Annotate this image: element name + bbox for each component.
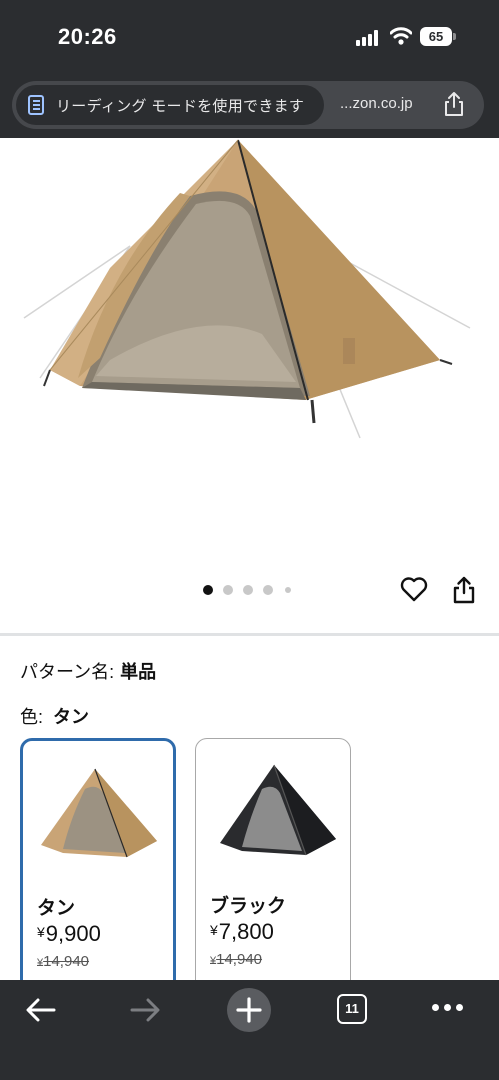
wifi-icon (390, 27, 412, 45)
color-row: 色: タン (20, 703, 89, 729)
status-bar: 20:26 65 (0, 0, 499, 74)
status-time: 20:26 (58, 24, 117, 49)
battery-icon: 65 (420, 27, 456, 46)
share-icon[interactable] (452, 576, 476, 604)
tent-thumbnail (220, 764, 336, 856)
tent-image (23, 139, 471, 439)
heart-icon[interactable] (400, 576, 428, 602)
variant-name: タン (37, 898, 76, 919)
back-arrow-icon[interactable] (24, 996, 58, 1024)
variant-list-price: ¥14,940 (37, 953, 90, 970)
pattern-value: 単品 (120, 662, 157, 682)
reader-mode-icon (28, 95, 44, 115)
more-icon[interactable] (430, 1004, 464, 1014)
color-label: 色: (20, 707, 44, 727)
battery-level: 65 (420, 27, 452, 46)
share-icon[interactable] (442, 91, 466, 117)
pattern-label: パターン名: (20, 662, 115, 682)
variant-name: ブラック (210, 896, 287, 917)
new-tab-plus-icon (236, 997, 262, 1023)
url-domain[interactable]: ...zon.co.jp (340, 95, 413, 112)
reader-mode-label: リーディング モードを使用できます (56, 98, 305, 115)
tabs-icon[interactable]: 11 (337, 994, 367, 1024)
url-field[interactable]: リーディング モードを使用できます ...zon.co.jp (12, 81, 484, 129)
variant-black[interactable]: ブラック ¥7,800 ¥14,940 (195, 738, 351, 998)
new-tab-button[interactable] (227, 988, 271, 1032)
tent-thumbnail (41, 768, 157, 858)
variant-price: ¥9,900 (37, 921, 101, 946)
pattern-row: パターン名: 単品 (20, 658, 156, 684)
divider (0, 633, 499, 636)
reader-mode-button[interactable]: リーディング モードを使用できます (16, 85, 324, 125)
bottom-toolbar: 11 (0, 980, 499, 1080)
variant-price: ¥7,800 (210, 919, 274, 944)
variant-tan[interactable]: タン ¥9,900 ¥14,940 (20, 738, 176, 998)
address-bar: リーディング モードを使用できます ...zon.co.jp (0, 74, 499, 138)
signal-icon (356, 30, 382, 46)
variant-list-price: ¥14,940 (210, 951, 263, 968)
color-value: タン (53, 707, 90, 727)
product-image[interactable] (0, 138, 499, 578)
forward-arrow-icon[interactable] (128, 996, 162, 1024)
